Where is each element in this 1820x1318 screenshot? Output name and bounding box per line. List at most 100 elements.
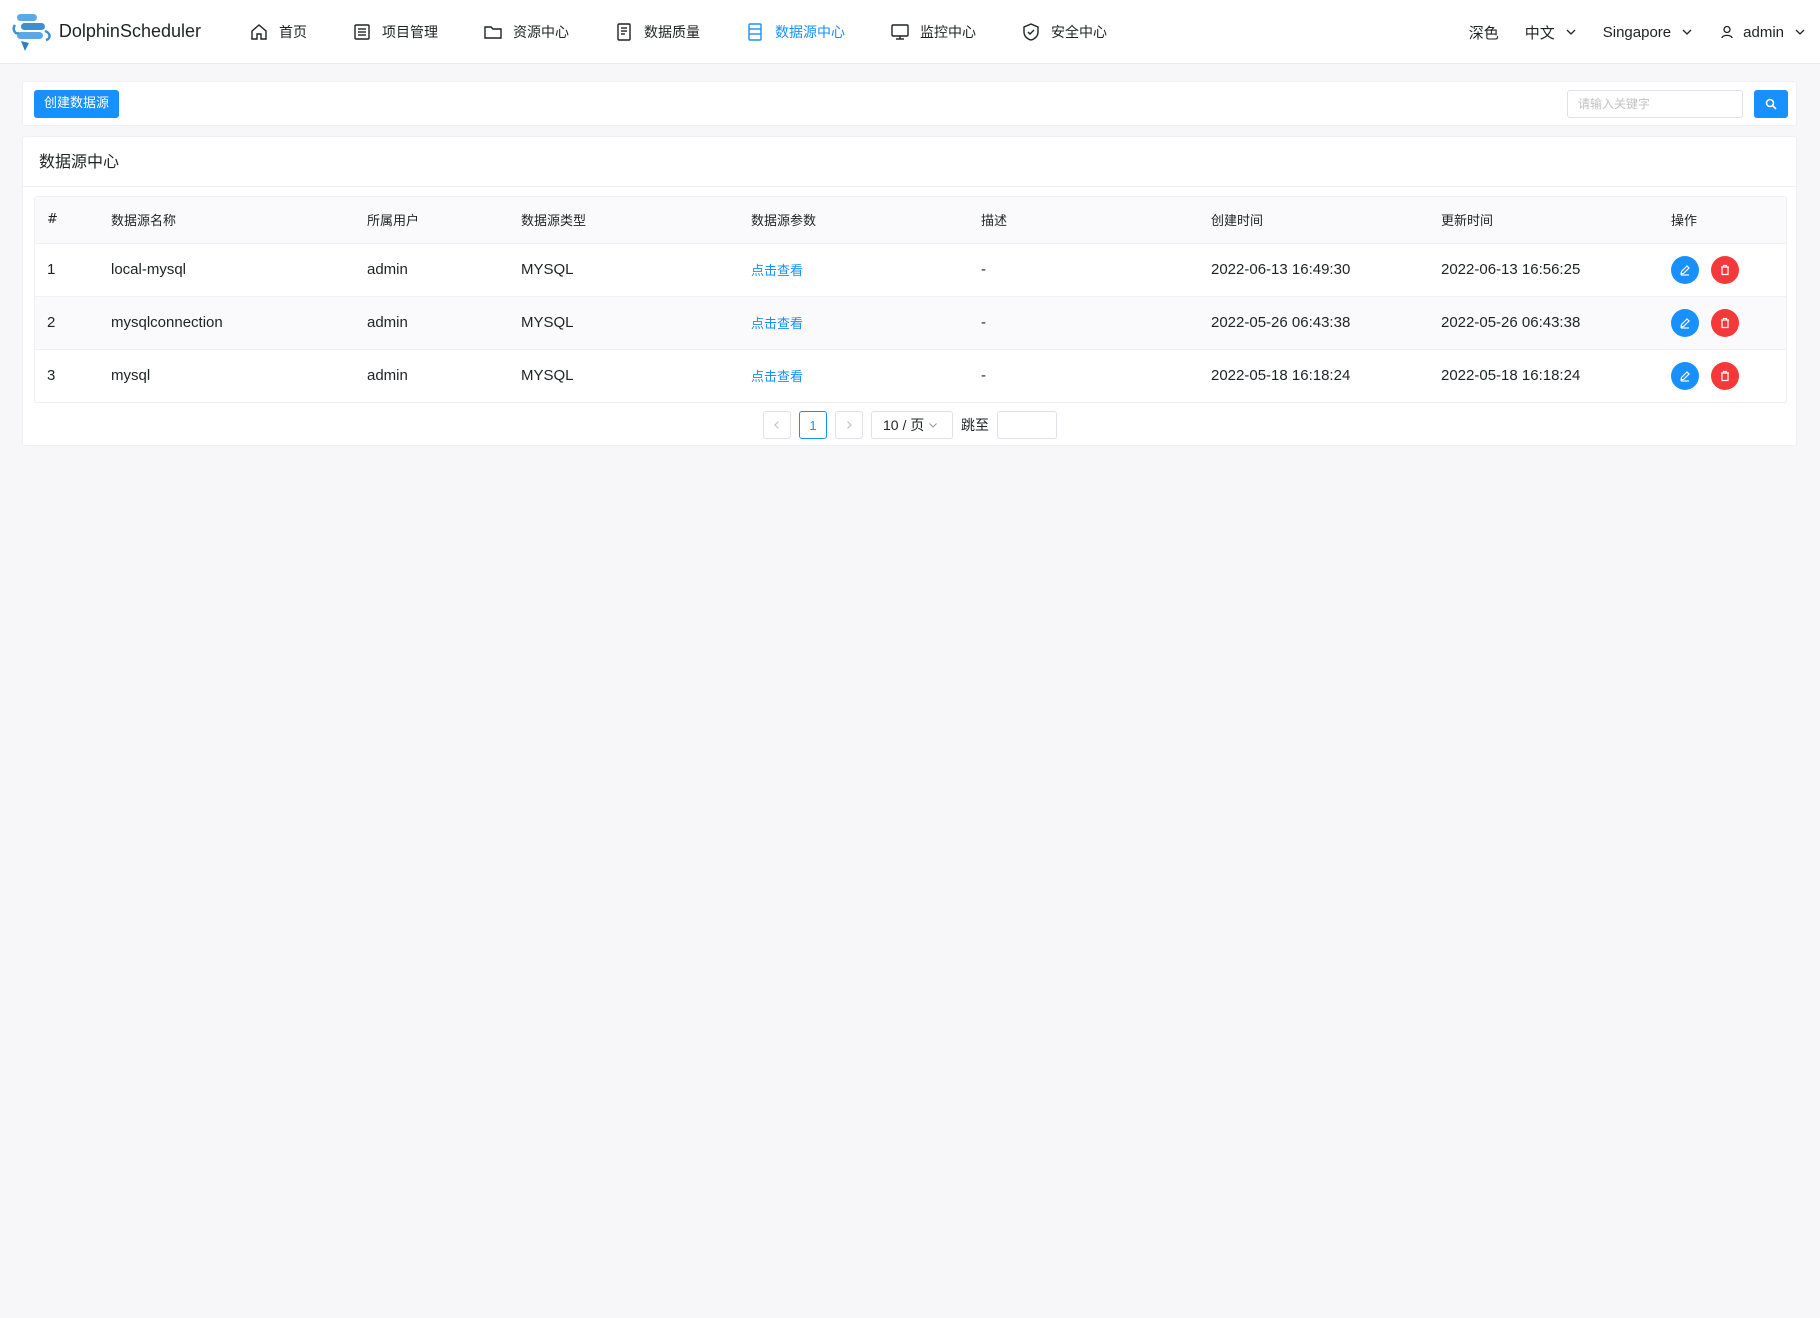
edit-icon — [1680, 317, 1690, 329]
delete-button[interactable] — [1711, 361, 1739, 390]
nav-label: 资源中心 — [513, 24, 569, 41]
view-params-link[interactable]: 点击查看 — [751, 317, 803, 332]
column-header: 更新时间 — [1429, 197, 1659, 244]
jump-label: 跳至 — [961, 418, 989, 434]
column-header: 所属用户 — [355, 197, 509, 244]
chevron-down-icon — [1566, 29, 1576, 35]
shield-icon — [1021, 22, 1041, 42]
datasource-type: MYSQL — [509, 243, 739, 297]
datasource-desc: - — [969, 243, 1199, 297]
document-icon — [614, 22, 634, 42]
nav-item-datasource[interactable]: 数据源中心 — [731, 0, 859, 64]
column-header: # — [35, 197, 99, 244]
timezone-select[interactable]: Singapore — [1603, 24, 1693, 41]
language-label: 中文 — [1524, 24, 1555, 42]
chevron-down-icon — [1795, 29, 1805, 35]
datasource-name: mysql — [111, 367, 151, 385]
nav-label: 安全中心 — [1051, 24, 1107, 41]
nav-item-monitor[interactable]: 监控中心 — [876, 0, 990, 64]
datasource-user: admin — [367, 367, 408, 385]
timezone-label: Singapore — [1602, 23, 1672, 41]
trash-icon — [1721, 370, 1729, 381]
table-row: 1 local-mysql admin MYSQL 点击查看 - 2022-06… — [35, 243, 1786, 297]
column-header: 描述 — [969, 197, 1199, 244]
view-params-link[interactable]: 点击查看 — [751, 370, 803, 385]
column-header: 数据源名称 — [99, 197, 355, 244]
nav-item-security[interactable]: 安全中心 — [1007, 0, 1121, 64]
updated-time: 2022-05-26 06:43:38 — [1429, 296, 1659, 350]
delete-button[interactable] — [1711, 255, 1739, 284]
datasource-user: admin — [355, 296, 509, 350]
datasource-icon — [745, 22, 765, 42]
theme-label: 深色 — [1468, 24, 1499, 42]
datasource-desc: - — [969, 296, 1199, 350]
folder-icon — [483, 22, 503, 42]
user-menu[interactable]: admin — [1719, 24, 1806, 41]
created-time: 2022-05-18 16:18:24 — [1211, 367, 1351, 385]
search-input[interactable] — [1567, 90, 1743, 118]
project-icon — [352, 22, 372, 42]
chevron-right-icon — [847, 421, 852, 429]
pagination: 1 10 / 页 跳至 — [763, 411, 1057, 439]
updated-time: 2022-05-18 16:18:24 — [1441, 367, 1581, 385]
column-header: 数据源参数 — [739, 197, 969, 244]
page-size-label: 10 / 页 — [883, 417, 925, 433]
nav-label: 数据源中心 — [775, 24, 845, 41]
header-right-menu: 深色 中文 Singapore admin — [1469, 0, 1820, 64]
nav-item-resources[interactable]: 资源中心 — [469, 0, 583, 64]
edit-icon — [1680, 370, 1690, 382]
created-time: 2022-05-26 06:43:38 — [1199, 296, 1429, 350]
view-params-link[interactable]: 点击查看 — [751, 264, 803, 279]
nav-label: 监控中心 — [920, 24, 976, 41]
top-navbar: DolphinScheduler 首页 项目管理 资源中心 数据质量 数据源中心… — [0, 0, 1820, 64]
card-title: 数据源中心 — [23, 137, 1796, 187]
datasource-type: MYSQL — [521, 367, 574, 385]
operations-cell — [1659, 296, 1786, 350]
logo-text: DolphinScheduler — [58, 21, 201, 41]
nav-item-data-quality[interactable]: 数据质量 — [600, 0, 714, 64]
theme-toggle[interactable]: 深色 — [1469, 22, 1499, 43]
jump-page-input[interactable] — [997, 411, 1057, 439]
edit-button[interactable] — [1671, 255, 1699, 284]
language-select[interactable]: 中文 — [1525, 22, 1577, 43]
params-cell: 点击查看 — [739, 296, 969, 350]
search-button[interactable] — [1754, 90, 1788, 118]
monitor-icon — [890, 22, 910, 42]
main-nav: 首页 项目管理 资源中心 数据质量 数据源中心 监控中心 安全中心 — [235, 0, 1138, 64]
params-cell: 点击查看 — [739, 349, 969, 402]
table-header-row: # 数据源名称 所属用户 数据源类型 数据源参数 描述 创建时间 更新时间 操作 — [35, 197, 1786, 244]
operations-cell — [1659, 349, 1786, 402]
datasource-desc: - — [981, 367, 986, 385]
search-icon — [1765, 98, 1777, 110]
updated-time: 2022-06-13 16:56:25 — [1429, 243, 1659, 297]
column-header: 创建时间 — [1199, 197, 1429, 244]
user-icon — [1721, 25, 1733, 39]
params-cell: 点击查看 — [739, 243, 969, 297]
trash-icon — [1721, 317, 1729, 328]
delete-button[interactable] — [1711, 308, 1739, 337]
next-page-button[interactable] — [835, 411, 863, 439]
page-size-select[interactable]: 10 / 页 — [871, 411, 953, 439]
create-datasource-button[interactable]: 创建数据源 — [34, 90, 120, 118]
page-number-button[interactable]: 1 — [799, 411, 827, 439]
nav-item-home[interactable]: 首页 — [235, 0, 321, 64]
logo[interactable]: DolphinScheduler — [11, 11, 201, 53]
datasource-name: mysqlconnection — [99, 296, 355, 350]
edit-icon — [1680, 264, 1690, 276]
dolphin-logo-icon — [12, 13, 51, 51]
edit-button[interactable] — [1671, 308, 1699, 337]
column-header: 数据源类型 — [509, 197, 739, 244]
created-time: 2022-06-13 16:49:30 — [1199, 243, 1429, 297]
edit-button[interactable] — [1671, 361, 1699, 390]
chevron-down-icon — [1682, 29, 1692, 35]
nav-item-projects[interactable]: 项目管理 — [338, 0, 452, 64]
datasource-user: admin — [355, 243, 509, 297]
trash-icon — [1721, 264, 1729, 275]
datasource-table: # 数据源名称 所属用户 数据源类型 数据源参数 描述 创建时间 更新时间 操作… — [34, 196, 1787, 403]
row-index: 2 — [35, 296, 99, 350]
column-header: 操作 — [1659, 197, 1786, 244]
prev-page-button[interactable] — [763, 411, 791, 439]
table-row: 2 mysqlconnection admin MYSQL 点击查看 - 202… — [35, 296, 1786, 350]
nav-label: 项目管理 — [382, 24, 438, 41]
chevron-left-icon — [774, 421, 779, 429]
